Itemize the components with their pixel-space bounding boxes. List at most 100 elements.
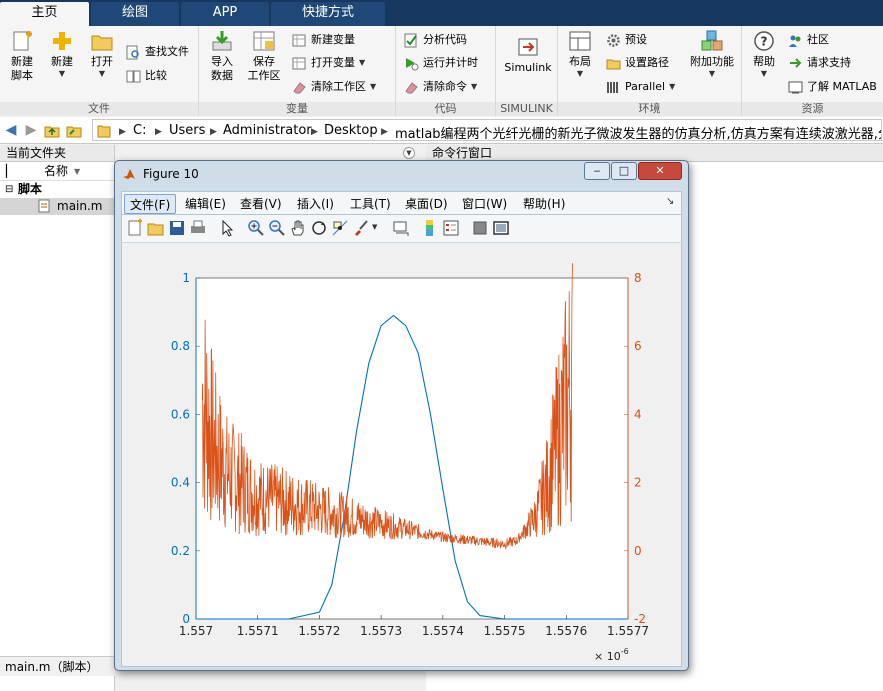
data-cursor-icon[interactable] [331,219,349,237]
close-button[interactable]: ✕ [638,162,682,180]
print-icon[interactable] [189,219,207,237]
panel-menu-icon[interactable]: ▼ [403,147,415,159]
file-group: 新建 脚本 新建 ▼ 打开 ▼ 查找文件 比较 文件 [0,26,199,116]
y-right-tick-label: 0 [634,544,642,558]
x-tick-label: 1.557 [179,624,213,638]
find-files-button[interactable]: 查找文件 [126,42,189,62]
help-button[interactable]: ? 帮助 ▼ [746,30,782,79]
tab-apps[interactable]: APP [181,2,269,26]
import-data-button[interactable]: 导入 数据 [204,30,240,83]
expand-column-icon[interactable]: ▏ [6,162,15,181]
community-button[interactable]: 社区 [788,30,829,50]
new-button[interactable]: 新建 ▼ [44,30,80,79]
clear-commands-button[interactable]: 清除命令 ▼ [404,77,477,97]
menu-file[interactable]: 文件(F) [124,194,177,214]
analyze-code-button[interactable]: 分析代码 [404,30,467,50]
menu-window[interactable]: 窗口(W) [457,194,512,214]
tab-shortcuts[interactable]: 快捷方式 [271,2,385,26]
variable-group: 导入 数据 保存 工作区 新建变量 打开变量 ▼ 清除工作区 ▼ 变量 [199,26,396,116]
forward-arrow-icon[interactable]: ▶ [22,122,40,138]
open-button[interactable]: 打开 ▼ [84,30,120,79]
dock-arrow-icon[interactable]: ↘ [666,196,674,207]
open-variable-button[interactable]: 打开变量 ▼ [292,53,365,73]
crumb-drive[interactable]: C: [133,123,146,138]
tab-home[interactable]: 主页 [0,2,89,26]
menu-edit[interactable]: 编辑(E) [180,194,231,214]
simulink-button[interactable]: Simulink [501,30,555,75]
legend-icon[interactable] [442,219,460,237]
learn-matlab-button[interactable]: 了解 MATLAB [788,77,877,97]
back-arrow-icon[interactable]: ◀ [2,122,20,138]
path-field[interactable]: ▶ C: ▶ Users ▶ Administrator ▶ Desktop ▶… [92,119,882,142]
new-script-button[interactable]: 新建 脚本 [4,30,40,83]
new-figure-icon[interactable] [126,219,144,237]
new-script-label-2: 脚本 [11,69,33,82]
figure-menu-bar: 文件(F) 编辑(E) 查看(V) 插入(I) 工具(T) 桌面(D) 窗口(W… [121,191,682,215]
set-path-button[interactable]: 设置路径 [606,53,669,73]
figure-window[interactable]: Figure 10 ‒ □ ✕ 文件(F) 编辑(E) 查看(V) 插入(I) … [114,160,689,671]
request-support-button[interactable]: 请求支持 [788,53,851,73]
parallel-label: Parallel [625,80,666,93]
maximize-button[interactable]: □ [611,162,637,180]
pan-hand-icon[interactable] [289,219,307,237]
menu-desktop[interactable]: 桌面(D) [400,194,453,214]
parallel-button[interactable]: Parallel ▼ [606,77,675,97]
layout-icon [569,31,591,51]
folder-group-scripts[interactable]: ⊟ 脚本 [0,181,114,198]
addons-button[interactable]: 附加功能 ▼ [686,30,738,79]
preferences-label: 预设 [625,33,647,46]
support-icon [790,57,802,68]
gear-icon [607,33,620,47]
figure-title-bar[interactable]: Figure 10 ‒ □ ✕ [115,161,688,186]
sort-arrow-icon[interactable]: ▼ [74,162,80,181]
simulink-group: Simulink SIMULINK [496,26,558,116]
folder-icon [91,35,113,51]
menu-help[interactable]: 帮助(H) [518,194,570,214]
learn-matlab-label: 了解 MATLAB [807,80,877,93]
save-icon[interactable] [168,219,186,237]
run-time-button[interactable]: 运行并计时 [404,53,478,73]
show-plot-tools-icon[interactable] [492,219,510,237]
link-plot-icon[interactable] [392,219,410,237]
compare-button[interactable]: 比较 [126,66,167,86]
crumb-administrator[interactable]: Administrator [223,123,312,138]
clear-workspace-button[interactable]: 清除工作区 ▼ [292,77,376,97]
file-row-main[interactable]: main.m [0,198,114,215]
open-file-icon[interactable] [147,219,165,237]
menu-insert[interactable]: 插入(I) [292,194,339,214]
collapse-icon[interactable]: ⊟ [5,181,13,198]
tab-plots[interactable]: 绘图 [91,2,179,26]
y-left-tick-label: 1 [182,271,190,285]
learn-icon [788,81,803,93]
plot-canvas[interactable]: 1.557 1.5571 1.5572 1.5573 1.5574 1.5575 1.557… [121,243,682,667]
x-exponent-base: × 10 [594,650,621,663]
crumb-users[interactable]: Users [169,123,205,138]
browse-folder-icon[interactable] [66,123,82,138]
layout-button[interactable]: 布局 ▼ [562,30,598,79]
svg-text:?: ? [761,35,768,49]
menu-tools[interactable]: 工具(T) [345,194,396,214]
zoom-out-icon[interactable] [268,219,286,237]
preferences-button[interactable]: 预设 [606,30,647,50]
pointer-icon[interactable] [218,219,236,237]
rotate-3d-icon[interactable] [310,219,328,237]
hide-plot-tools-icon[interactable] [471,219,489,237]
colorbar-icon[interactable] [421,219,439,237]
x-tick-label: 1.5576 [545,624,587,638]
zoom-in-icon[interactable] [247,219,265,237]
crumb-desktop[interactable]: Desktop [324,123,378,138]
minimize-button[interactable]: ‒ [584,162,610,180]
brush-dropdown-icon[interactable]: ▼ [372,223,377,231]
ribbon-tab-bar: 主页 绘图 APP 快捷方式 [0,0,883,26]
column-name-header[interactable]: 名称 [44,162,68,181]
save-workspace-button[interactable]: 保存 工作区 [244,30,284,83]
layout-label: 布局 [569,55,591,68]
open-variable-icon [292,57,306,69]
group-label: 脚本 [18,182,43,196]
menu-view[interactable]: 查看(V) [235,194,287,214]
code-group-label: 代码 [396,102,495,116]
new-variable-button[interactable]: 新建变量 [292,30,355,50]
crumb-project-folder[interactable]: matlab编程两个光纤光栅的新光子微波发生器的仿真分析,仿真方案有连续波激光器… [395,123,881,142]
brush-icon[interactable] [352,219,370,237]
up-folder-icon[interactable] [44,123,60,138]
